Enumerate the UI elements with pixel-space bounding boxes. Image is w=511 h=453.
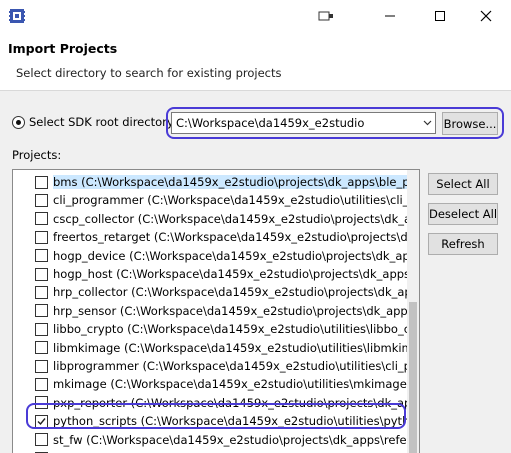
sdk-root-radio[interactable]: Select SDK root directory: [12,115,177,129]
checkbox[interactable] [35,249,48,263]
project-name: hrp_sensor (C:\Workspace\da1459x_e2studi… [53,303,408,318]
app-icon [9,9,25,23]
deselect-all-button[interactable]: Deselect All [428,203,498,225]
project-list-item[interactable]: hrp_sensor (C:\Workspace\da1459x_e2studi… [13,302,408,320]
checkbox[interactable] [35,304,48,318]
project-list-item[interactable]: libbo_crypto (C:\Workspace\da1459x_e2stu… [13,320,408,338]
checkbox[interactable] [35,212,48,226]
title-bar [0,0,511,31]
project-name: hrp_collector (C:\Workspace\da1459x_e2st… [53,285,408,300]
checkbox[interactable] [35,433,48,447]
project-list-item[interactable]: hogp_host (C:\Workspace\da1459x_e2studio… [13,265,408,283]
project-name: libbo_crypto (C:\Workspace\da1459x_e2stu… [53,322,408,337]
project-name: cscp_collector (C:\Workspace\da1459x_e2s… [53,211,408,226]
project-list-item[interactable]: hrp_collector (C:\Workspace\da1459x_e2st… [13,283,408,301]
select-all-button[interactable]: Select All [428,173,498,195]
sdk-path-value: C:\Workspace\da1459x_e2studio [176,116,365,130]
projects-label: Projects: [12,148,62,162]
sdk-path-combo[interactable]: C:\Workspace\da1459x_e2studio [171,112,436,134]
checkbox[interactable] [35,193,48,207]
project-name: hogp_host (C:\Workspace\da1459x_e2studio… [53,267,408,281]
project-list-item[interactable]: libmkimage (C:\Workspace\da1459x_e2studi… [13,339,408,357]
python-scripts-highlight [26,403,406,429]
maximize-icon[interactable] [420,0,460,31]
checkbox[interactable] [35,322,48,336]
browse-button[interactable]: Browse... [442,112,498,135]
wizard-header: Import Projects Select directory to sear… [0,31,511,91]
checkbox[interactable] [35,285,48,299]
vertical-scrollbar[interactable] [407,170,419,453]
project-list-item[interactable]: st_fw (C:\Workspace\da1459x_e2studio\pro… [13,431,408,449]
close-icon[interactable] [466,0,506,31]
chevron-down-icon[interactable] [419,113,435,133]
project-name: mkimage (C:\Workspace\da1459x_e2studio\u… [53,377,408,392]
project-name: st_fw (C:\Workspace\da1459x_e2studio\pro… [53,432,408,447]
project-name: freertos_retarget (C:\Workspace\da1459x_… [53,230,408,245]
page-description: Select directory to search for existing … [16,66,282,80]
scrollbar-thumb[interactable] [409,302,417,453]
project-list-item[interactable]: uartboot (C:\Workspace\da1459x_e2studio\… [13,449,408,453]
project-list-item[interactable]: libprogrammer (C:\Workspace\da1459x_e2st… [13,357,408,375]
project-name: cli_programmer (C:\Workspace\da1459x_e2s… [53,193,408,208]
project-list-item[interactable]: bms (C:\Workspace\da1459x_e2studio\proje… [13,173,408,191]
page-title: Import Projects [8,41,118,56]
project-list-item[interactable]: freertos_retarget (C:\Workspace\da1459x_… [13,228,408,246]
minimize-icon[interactable] [370,0,410,31]
project-list-item[interactable]: mkimage (C:\Workspace\da1459x_e2studio\u… [13,375,408,393]
checkbox[interactable] [35,359,48,373]
radio-button[interactable] [12,115,25,129]
project-name: libmkimage (C:\Workspace\da1459x_e2studi… [53,340,408,355]
sdk-root-label: Select SDK root directory: [29,115,177,129]
project-name: hogp_device (C:\Workspace\da1459x_e2stud… [53,248,408,263]
project-name: bms (C:\Workspace\da1459x_e2studio\proje… [53,175,408,189]
checkbox[interactable] [35,175,48,189]
checkbox[interactable] [35,341,48,355]
restore-window-icon[interactable] [306,0,346,31]
project-list-item[interactable]: cli_programmer (C:\Workspace\da1459x_e2s… [13,191,408,209]
project-name: libprogrammer (C:\Workspace\da1459x_e2st… [53,359,408,373]
checkbox[interactable] [35,267,48,281]
project-list-item[interactable]: hogp_device (C:\Workspace\da1459x_e2stud… [13,247,408,265]
checkbox[interactable] [35,377,48,391]
checkbox[interactable] [35,230,48,244]
refresh-button[interactable]: Refresh [428,233,498,255]
project-list-item[interactable]: cscp_collector (C:\Workspace\da1459x_e2s… [13,210,408,228]
